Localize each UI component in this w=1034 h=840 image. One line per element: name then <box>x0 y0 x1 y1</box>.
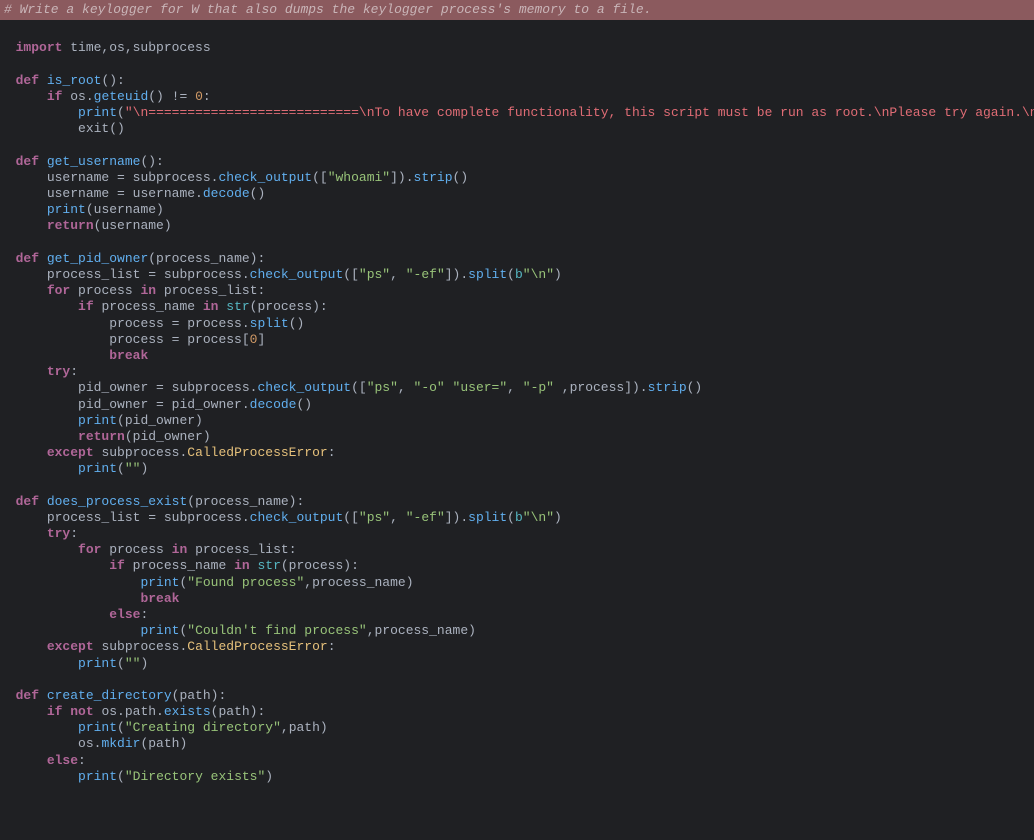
code-line[interactable] <box>0 477 1034 493</box>
code-line[interactable]: except subprocess.CalledProcessError: <box>0 445 1034 461</box>
code-line[interactable]: else: <box>0 607 1034 623</box>
code-line[interactable] <box>0 235 1034 251</box>
code-line[interactable]: print("") <box>0 461 1034 477</box>
code-line[interactable]: print("Couldn't find process",process_na… <box>0 623 1034 639</box>
code-line[interactable]: pid_owner = pid_owner.decode() <box>0 397 1034 413</box>
code-line[interactable]: print(pid_owner) <box>0 413 1034 429</box>
code-line[interactable]: process = process[0] <box>0 332 1034 348</box>
code-line[interactable]: if os.geteuid() != 0: <box>0 89 1034 105</box>
code-line[interactable]: return(username) <box>0 218 1034 234</box>
code-line[interactable] <box>0 785 1034 801</box>
code-line[interactable]: def does_process_exist(process_name): <box>0 494 1034 510</box>
code-line[interactable] <box>0 57 1034 73</box>
code-line[interactable]: if process_name in str(process): <box>0 558 1034 574</box>
code-line[interactable]: break <box>0 348 1034 364</box>
code-line[interactable]: import time,os,subprocess <box>0 40 1034 56</box>
code-line[interactable]: else: <box>0 753 1034 769</box>
code-line[interactable] <box>0 138 1034 154</box>
comment-banner: # Write a keylogger for W that also dump… <box>0 0 1034 20</box>
code-line[interactable]: print("Directory exists") <box>0 769 1034 785</box>
code-line[interactable]: print("Creating directory",path) <box>0 720 1034 736</box>
code-line[interactable]: def get_username(): <box>0 154 1034 170</box>
code-line[interactable]: return(pid_owner) <box>0 429 1034 445</box>
code-line[interactable]: print("\n===========================\nTo… <box>0 105 1034 121</box>
code-line[interactable] <box>0 672 1034 688</box>
code-line[interactable]: username = username.decode() <box>0 186 1034 202</box>
code-line[interactable]: for process in process_list: <box>0 283 1034 299</box>
code-editor[interactable]: import time,os,subprocess def is_root():… <box>0 20 1034 801</box>
code-line[interactable]: try: <box>0 526 1034 542</box>
code-line[interactable]: username = subprocess.check_output(["who… <box>0 170 1034 186</box>
code-line[interactable]: def is_root(): <box>0 73 1034 89</box>
code-line[interactable]: if not os.path.exists(path): <box>0 704 1034 720</box>
code-line[interactable]: process_list = subprocess.check_output([… <box>0 267 1034 283</box>
code-line[interactable]: print("Found process",process_name) <box>0 575 1034 591</box>
code-line[interactable]: except subprocess.CalledProcessError: <box>0 639 1034 655</box>
code-line[interactable]: exit() <box>0 121 1034 137</box>
code-line[interactable]: try: <box>0 364 1034 380</box>
code-line[interactable]: print("") <box>0 656 1034 672</box>
code-line[interactable]: break <box>0 591 1034 607</box>
code-line[interactable]: def create_directory(path): <box>0 688 1034 704</box>
code-line[interactable]: print(username) <box>0 202 1034 218</box>
code-line[interactable]: os.mkdir(path) <box>0 736 1034 752</box>
code-line[interactable]: def get_pid_owner(process_name): <box>0 251 1034 267</box>
code-line[interactable]: pid_owner = subprocess.check_output(["ps… <box>0 380 1034 396</box>
code-line[interactable]: process_list = subprocess.check_output([… <box>0 510 1034 526</box>
code-line[interactable]: if process_name in str(process): <box>0 299 1034 315</box>
code-line[interactable]: process = process.split() <box>0 316 1034 332</box>
code-line[interactable]: for process in process_list: <box>0 542 1034 558</box>
code-line[interactable] <box>0 24 1034 40</box>
